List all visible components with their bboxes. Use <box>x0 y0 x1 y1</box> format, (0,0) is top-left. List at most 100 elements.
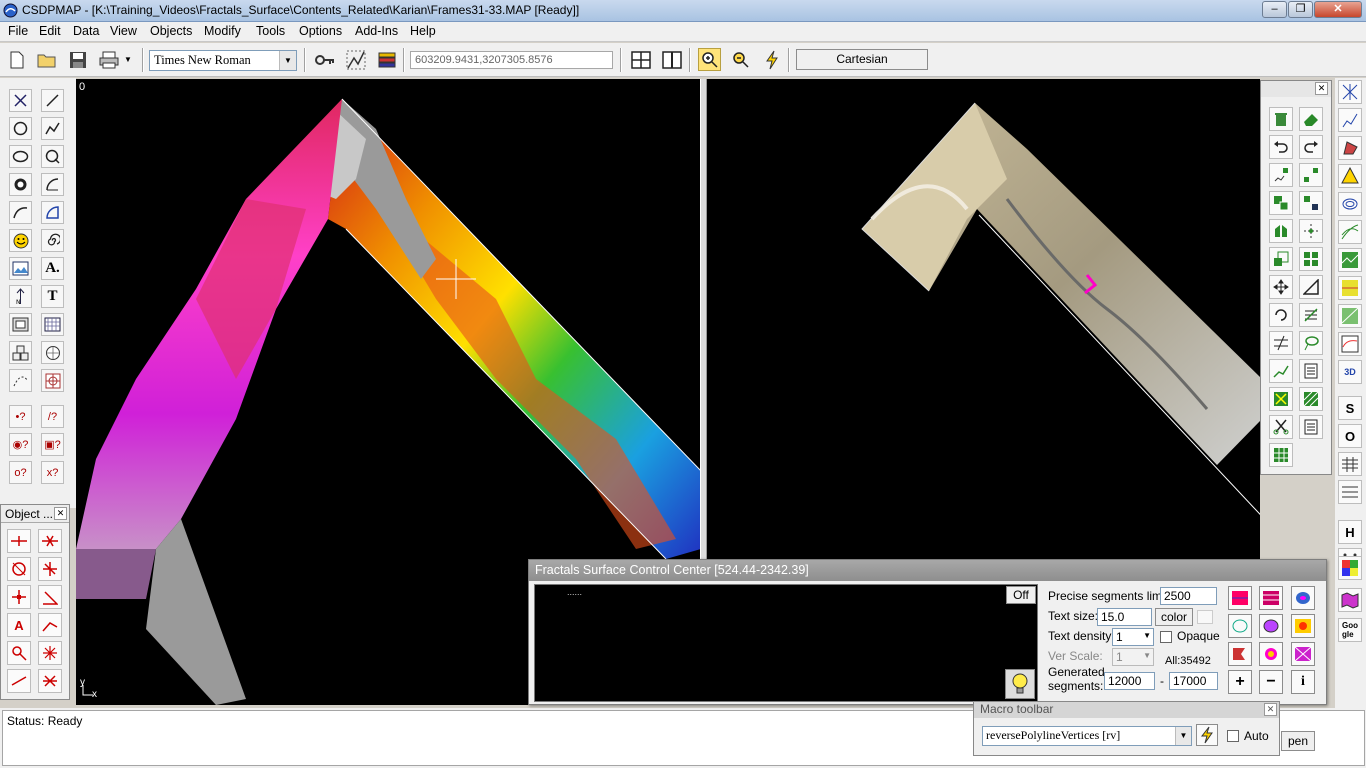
hatch-icon[interactable] <box>1299 303 1323 327</box>
spiral-icon[interactable] <box>41 229 64 252</box>
bend-icon[interactable] <box>38 613 62 637</box>
right-map-viewport[interactable] <box>707 79 1260 559</box>
dual-view-icon[interactable] <box>660 48 683 71</box>
lightbulb-icon[interactable] <box>1005 669 1035 699</box>
protractor-icon[interactable] <box>41 201 64 224</box>
ver-scale-select[interactable]: 1 ▼ <box>1112 648 1154 666</box>
palette-close-icon[interactable]: ✕ <box>1315 82 1328 95</box>
projection-button[interactable]: Cartesian <box>796 49 928 70</box>
ellipse-tool-icon[interactable] <box>9 145 32 168</box>
h-button[interactable]: H <box>1338 520 1362 544</box>
stats-icon[interactable] <box>1338 108 1362 132</box>
erase-point-icon[interactable] <box>7 641 31 665</box>
explode-icon[interactable] <box>1269 387 1293 411</box>
frame-tool-icon[interactable] <box>9 313 32 336</box>
polyline-tool-icon[interactable] <box>41 117 64 140</box>
cut-line-icon[interactable] <box>38 529 62 553</box>
surface-mesh-icon[interactable] <box>1291 642 1315 666</box>
macro-select[interactable]: reversePolylineVertices [rv] ▼ <box>982 726 1192 746</box>
ring-tool-icon[interactable] <box>9 173 32 196</box>
menu-modify[interactable]: Modify <box>204 24 241 38</box>
grid-blocks-icon[interactable] <box>1299 247 1323 271</box>
blocks-icon[interactable] <box>9 341 32 364</box>
zoom-out-icon[interactable] <box>729 48 752 71</box>
split-line-icon[interactable] <box>7 529 31 553</box>
coordinates-field[interactable]: 603209.9431,3207305.8576 <box>410 51 613 69</box>
map-icon[interactable] <box>1338 588 1362 612</box>
star-split-icon[interactable] <box>38 641 62 665</box>
off-button[interactable]: Off <box>1006 586 1036 604</box>
rows-icon[interactable] <box>1338 480 1362 504</box>
table-grid-icon[interactable] <box>1269 443 1293 467</box>
line-tool-icon[interactable] <box>41 89 64 112</box>
move-cross-icon[interactable] <box>1269 275 1293 299</box>
new-file-icon[interactable] <box>5 48 28 71</box>
query-db-icon[interactable]: ▣? <box>41 433 64 456</box>
gradient-map-icon[interactable] <box>1338 276 1362 300</box>
surface-bands-icon[interactable] <box>1259 586 1283 610</box>
circle-tool-icon[interactable] <box>9 117 32 140</box>
eraser-icon[interactable] <box>1299 107 1323 131</box>
scatter-move-icon[interactable] <box>1299 219 1323 243</box>
move-blocks-icon[interactable] <box>1299 191 1323 215</box>
surface-heat-icon[interactable] <box>1291 614 1315 638</box>
layers-icon[interactable] <box>375 48 398 71</box>
color-swatch[interactable] <box>1197 610 1213 624</box>
steps-icon[interactable] <box>1299 163 1323 187</box>
open-button[interactable]: pen <box>1281 731 1315 751</box>
query-cross-icon[interactable]: x? <box>41 461 64 484</box>
opaque-checkbox[interactable] <box>1160 631 1172 643</box>
search-circle-icon[interactable] <box>41 145 64 168</box>
info-icon[interactable]: i <box>1291 670 1315 694</box>
digitize-icon[interactable] <box>344 48 367 71</box>
point-tool-icon[interactable] <box>9 89 32 112</box>
chevron-down-icon[interactable]: ▼ <box>1175 727 1191 745</box>
parallel-icon[interactable] <box>1269 331 1293 355</box>
grid-tool-icon[interactable] <box>41 313 64 336</box>
save-icon[interactable] <box>66 48 89 71</box>
redo-icon[interactable] <box>1299 135 1323 159</box>
print-icon[interactable] <box>97 48 120 71</box>
maximize-button[interactable]: ❐ <box>1288 1 1313 18</box>
object-panel-close-icon[interactable]: ✕ <box>54 507 67 520</box>
chevron-down-icon[interactable]: ▼ <box>279 51 296 70</box>
surface-render-icon[interactable] <box>1228 586 1252 610</box>
menu-data[interactable]: Data <box>73 24 99 38</box>
lightning-icon[interactable] <box>760 48 783 71</box>
split-circle-icon[interactable] <box>7 557 31 581</box>
node-split-icon[interactable] <box>7 585 31 609</box>
surface-flag-icon[interactable] <box>1228 642 1252 666</box>
trash-icon[interactable] <box>1269 107 1293 131</box>
slope-map-icon[interactable] <box>1338 304 1362 328</box>
menu-objects[interactable]: Objects <box>150 24 192 38</box>
surface-dots-icon[interactable] <box>1259 614 1283 638</box>
menu-tools[interactable]: Tools <box>256 24 285 38</box>
run-macro-icon[interactable] <box>1196 724 1218 746</box>
3d-icon[interactable]: 3D <box>1338 360 1362 384</box>
menu-help[interactable]: Help <box>410 24 436 38</box>
color-button[interactable]: color <box>1155 608 1193 626</box>
surface-sun-icon[interactable] <box>1259 642 1283 666</box>
dashed-curve-icon[interactable] <box>9 369 32 392</box>
font-selector[interactable]: Times New Roman ▼ <box>149 50 297 71</box>
fill-pattern-icon[interactable] <box>1299 387 1323 411</box>
query-object-icon[interactable]: o? <box>9 461 32 484</box>
auto-checkbox[interactable] <box>1227 730 1239 742</box>
scatter-points-icon[interactable] <box>1269 163 1293 187</box>
text-split-icon[interactable]: A <box>7 613 31 637</box>
key-icon[interactable] <box>313 48 336 71</box>
print-dropdown-icon[interactable]: ▼ <box>121 48 135 71</box>
globe-icon[interactable] <box>41 341 64 364</box>
chevron-down-icon[interactable]: ▼ <box>1143 651 1151 660</box>
generated-to-input[interactable]: 17000 <box>1169 672 1218 690</box>
undo-icon[interactable] <box>1269 135 1293 159</box>
query-point-icon[interactable]: •? <box>9 405 32 428</box>
scale-icon[interactable] <box>1269 247 1293 271</box>
open-folder-icon[interactable] <box>35 48 58 71</box>
warning-icon[interactable] <box>1338 164 1362 188</box>
terrain-icon[interactable] <box>1338 248 1362 272</box>
image-tool-icon[interactable] <box>9 257 32 280</box>
arc-tool-icon[interactable] <box>41 173 64 196</box>
s-button[interactable]: S <box>1338 396 1362 420</box>
cut-icon[interactable] <box>1269 415 1293 439</box>
